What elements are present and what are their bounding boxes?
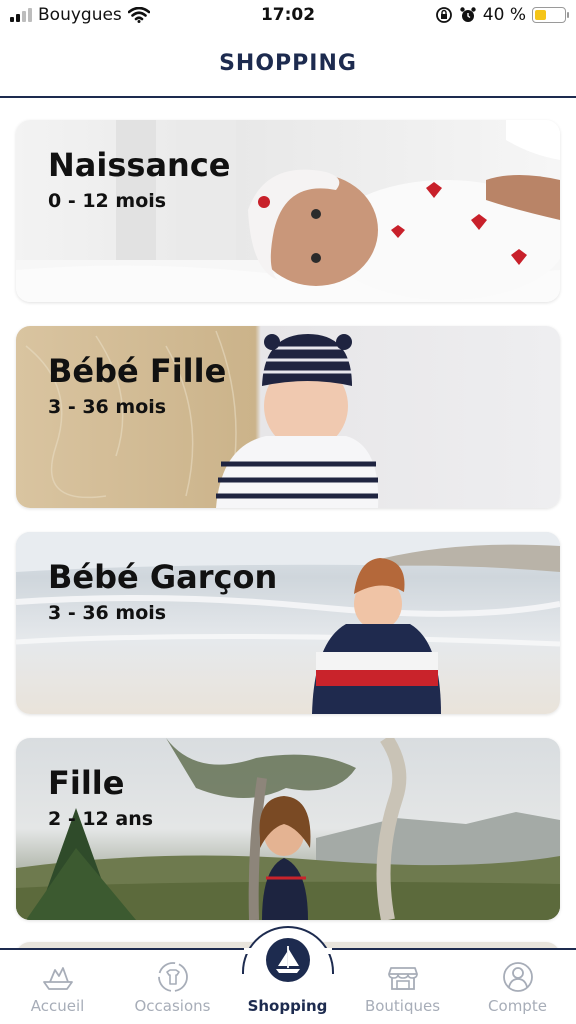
page-title: SHOPPING bbox=[219, 51, 357, 76]
category-age-range: 3 - 36 mois bbox=[48, 602, 167, 624]
sailboat-icon bbox=[275, 946, 300, 973]
user-icon bbox=[502, 962, 533, 992]
page-header: SHOPPING bbox=[0, 32, 576, 98]
active-tab-circle bbox=[265, 938, 310, 982]
category-title: Bébé Fille bbox=[48, 352, 227, 390]
tab-shopping[interactable]: Shopping bbox=[230, 938, 345, 1024]
status-right: 40 % bbox=[435, 5, 569, 25]
category-title: Naissance bbox=[48, 146, 231, 184]
boat-paper-icon bbox=[42, 967, 73, 990]
status-bar: Bouygues 17:02 40 % bbox=[0, 0, 576, 32]
category-card-bebe-garcon[interactable]: Bébé Garçon 3 - 36 mois bbox=[16, 532, 560, 714]
tab-label: Accueil bbox=[30, 997, 85, 1015]
tab-label: Compte bbox=[488, 997, 547, 1015]
battery-percent: 40 % bbox=[482, 5, 526, 25]
category-card-fille[interactable]: Fille 2 - 12 ans bbox=[16, 738, 560, 920]
battery-level bbox=[535, 10, 546, 20]
category-title: Fille bbox=[48, 764, 125, 802]
rotation-lock-icon bbox=[435, 7, 452, 23]
category-title: Bébé Garçon bbox=[48, 558, 278, 596]
storefront-icon bbox=[387, 967, 418, 990]
category-age-range: 3 - 36 mois bbox=[48, 396, 167, 418]
recycle-shirt-icon bbox=[157, 962, 188, 992]
tab-occasions[interactable]: Occasions bbox=[115, 950, 230, 1024]
bottom-tab-bar: Accueil Occasions Shopping Boutiques Com… bbox=[0, 926, 576, 1024]
tab-compte[interactable]: Compte bbox=[460, 950, 575, 1024]
category-age-range: 0 - 12 mois bbox=[48, 190, 167, 212]
tab-label: Occasions bbox=[134, 997, 211, 1015]
category-age-range: 2 - 12 ans bbox=[48, 808, 154, 830]
tab-accueil[interactable]: Accueil bbox=[0, 950, 115, 1024]
category-card-bebe-fille[interactable]: Bébé Fille 3 - 36 mois bbox=[16, 326, 560, 508]
battery-icon bbox=[532, 7, 569, 23]
alarm-icon bbox=[460, 7, 476, 22]
tab-label: Shopping bbox=[247, 997, 328, 1015]
category-card-naissance[interactable]: Naissance 0 - 12 mois bbox=[16, 120, 560, 302]
tab-boutiques[interactable]: Boutiques bbox=[345, 950, 460, 1024]
tab-label: Boutiques bbox=[364, 997, 441, 1015]
